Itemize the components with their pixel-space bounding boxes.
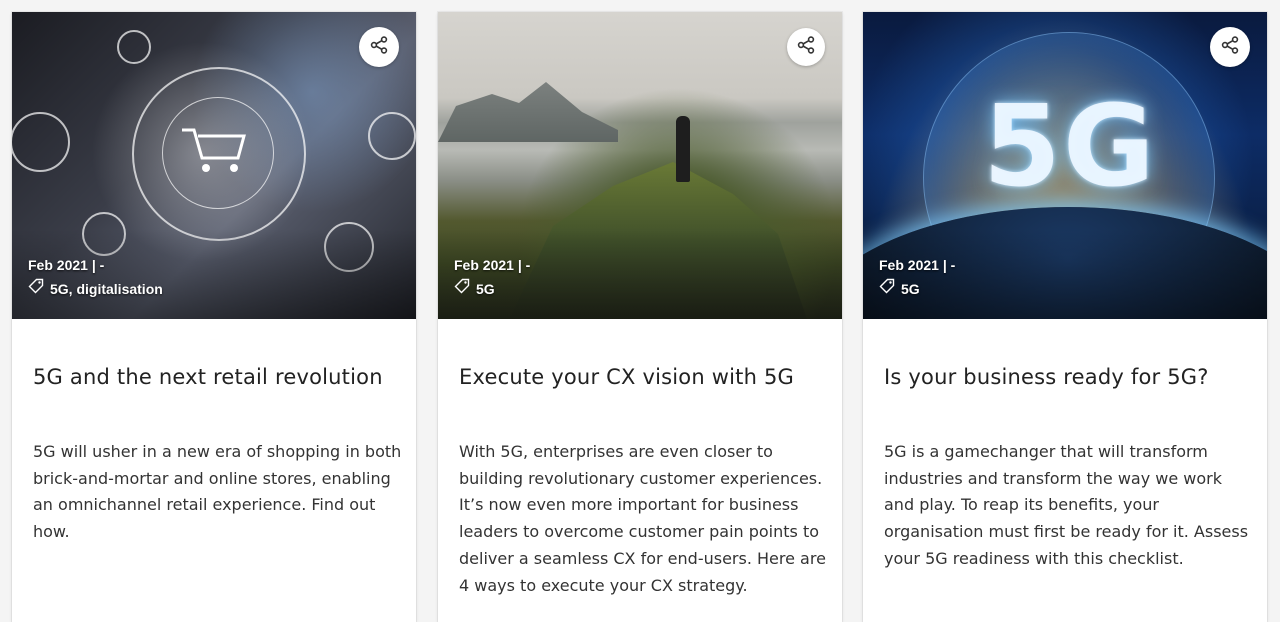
mountain-range-graphic [438, 82, 618, 142]
article-image-5g[interactable]: 5G Feb 2021 | - 5G [863, 12, 1267, 319]
cart-icon [180, 124, 250, 174]
article-meta: Feb 2021 | - 5G, digitalisation [28, 253, 163, 301]
article-image-cx[interactable]: Feb 2021 | - 5G [438, 12, 842, 319]
devices-icon [12, 112, 70, 172]
tag-icon [28, 277, 44, 301]
tag-icon [879, 277, 895, 301]
article-title[interactable]: Execute your CX vision with 5G [459, 365, 829, 389]
tag-icon [454, 277, 470, 301]
article-date: Feb 2021 | - [28, 257, 105, 273]
article-title[interactable]: 5G and the next retail revolution [33, 365, 403, 389]
hiker-figure [676, 116, 690, 182]
article-description: 5G will usher in a new era of shopping i… [33, 442, 402, 542]
article-date: Feb 2021 | - [454, 257, 531, 273]
article-tags-text[interactable]: 5G, digitalisation [50, 277, 163, 301]
article-tags[interactable]: 5G [454, 277, 530, 301]
article-tags[interactable]: 5G, digitalisation [28, 277, 163, 301]
image-5g-text: 5G [983, 82, 1157, 212]
article-card[interactable]: Feb 2021 | - 5G, digitalisation 5G and t… [12, 12, 416, 622]
article-tags-text[interactable]: 5G [476, 277, 495, 301]
headphones-icon [368, 112, 416, 160]
article-card[interactable]: Feb 2021 | - 5G Execute your CX vision w… [438, 12, 842, 622]
share-button[interactable] [787, 28, 825, 66]
article-description: 5G is a gamechanger that will transform … [884, 442, 1249, 568]
article-meta: Feb 2021 | - 5G [454, 253, 530, 301]
article-title[interactable]: Is your business ready for 5G? [884, 365, 1254, 389]
article-description: With 5G, enterprises are even closer to … [459, 442, 826, 595]
article-card[interactable]: 5G Feb 2021 | - 5G Is your business read… [863, 12, 1267, 622]
article-tags-text[interactable]: 5G [901, 277, 920, 301]
article-tags[interactable]: 5G [879, 277, 955, 301]
share-icon [1221, 35, 1239, 59]
globe-icon [117, 30, 151, 64]
article-meta: Feb 2021 | - 5G [879, 253, 955, 301]
share-icon [370, 35, 388, 59]
share-button[interactable] [1210, 27, 1250, 67]
share-button[interactable] [359, 27, 399, 67]
article-date: Feb 2021 | - [879, 257, 956, 273]
share-icon [797, 35, 815, 59]
article-image-retail[interactable]: Feb 2021 | - 5G, digitalisation [12, 12, 416, 319]
